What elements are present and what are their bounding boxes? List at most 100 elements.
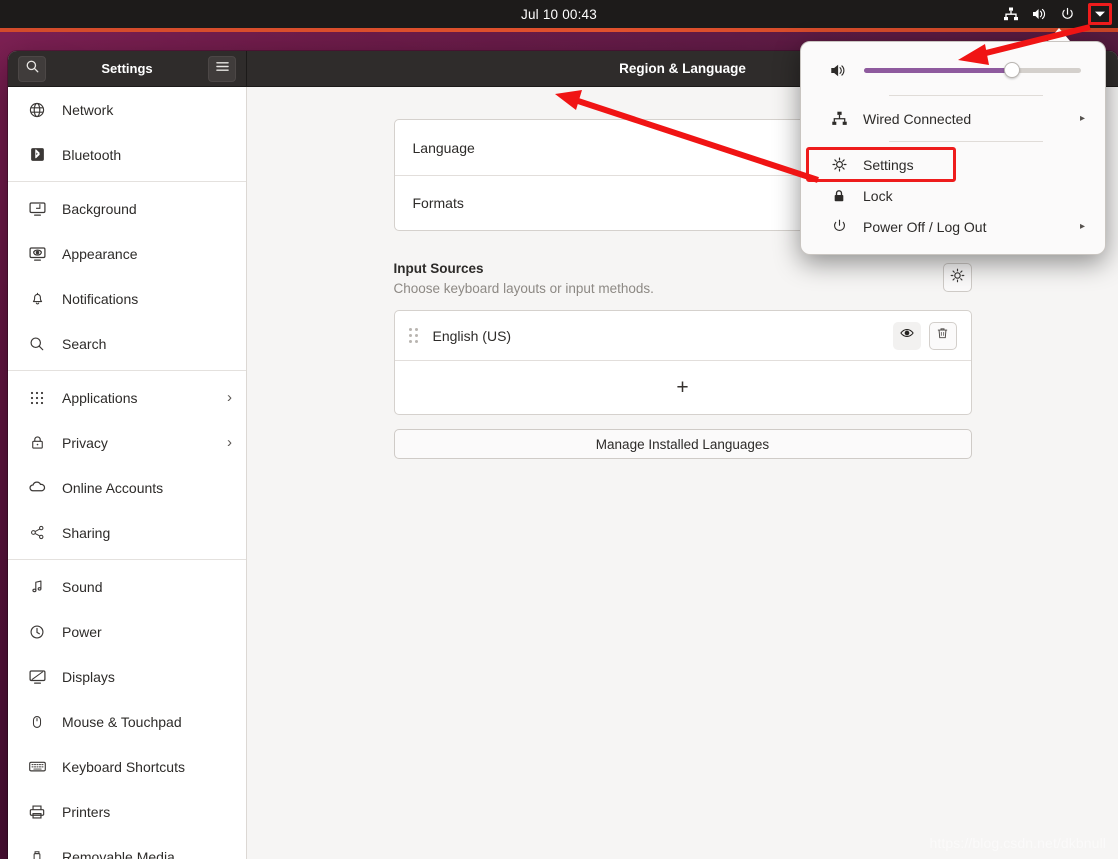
sidebar-item-label: Notifications [62, 290, 139, 307]
sidebar-item-network[interactable]: Network [8, 87, 246, 132]
system-menu: Wired Connected ▸ Settings Lock Power Of… [800, 41, 1106, 255]
sidebar-item-power[interactable]: Power [8, 609, 246, 654]
sidebar-divider [8, 181, 246, 182]
sidebar-item-displays[interactable]: Displays [8, 654, 246, 699]
sidebar-item-label: Appearance [62, 245, 138, 262]
padlock-icon [829, 188, 849, 204]
globe-icon [26, 99, 48, 121]
manage-installed-languages-button[interactable]: Manage Installed Languages [393, 429, 972, 459]
remove-source-button[interactable] [928, 321, 957, 350]
input-source-name: English (US) [432, 327, 512, 344]
sidebar-item-applications[interactable]: Applications › [8, 375, 246, 420]
row-label: Formats [412, 195, 464, 211]
sidebar-item-label: Bluetooth [62, 146, 122, 163]
plus-icon: + [676, 376, 689, 399]
input-sources-text: Input Sources Choose keyboard layouts or… [394, 261, 654, 296]
row-label: Language [412, 139, 475, 156]
hamburger-menu-icon [215, 60, 230, 78]
usb-drive-icon [26, 846, 48, 859]
menu-item-wired-connected[interactable]: Wired Connected ▸ [801, 103, 1105, 134]
section-subtitle: Choose keyboard layouts or input methods… [393, 281, 654, 296]
menu-divider [889, 141, 1043, 142]
monitor-icon [26, 198, 48, 220]
eye-icon [899, 325, 915, 346]
music-note-icon [26, 576, 48, 598]
gnome-top-bar: Jul 10 00:43 [0, 0, 1118, 28]
input-source-options-button[interactable] [942, 263, 972, 292]
sidebar-item-online-accounts[interactable]: Online Accounts [8, 465, 246, 510]
sidebar-item-label: Search [62, 335, 107, 352]
sidebar-item-label: Sound [62, 578, 103, 595]
sidebar-item-label: Background [62, 200, 137, 217]
search-button[interactable] [18, 55, 46, 82]
printer-icon [26, 801, 48, 823]
menu-item-lock[interactable]: Lock [801, 180, 1105, 211]
menu-item-label: Lock [863, 187, 893, 204]
gear-icon [949, 267, 966, 289]
mouse-icon [26, 711, 48, 733]
preview-layout-button[interactable] [892, 321, 921, 350]
cloud-icon [26, 477, 48, 499]
volume-icon [829, 61, 848, 80]
sidebar-title: Settings [101, 61, 153, 76]
sidebar-item-privacy[interactable]: Privacy › [8, 420, 246, 465]
sidebar-item-background[interactable]: Background [8, 186, 246, 231]
chevron-right-icon: › [227, 389, 232, 406]
bluetooth-icon [26, 144, 48, 166]
menu-divider [889, 95, 1043, 96]
sidebar-item-search[interactable]: Search [8, 321, 246, 366]
power-icon[interactable] [1058, 5, 1076, 23]
sidebar-item-bluetooth[interactable]: Bluetooth [8, 132, 246, 177]
sidebar-item-label: Sharing [62, 524, 111, 541]
clock[interactable]: Jul 10 00:43 [0, 7, 1118, 22]
chevron-right-icon: › [227, 434, 232, 451]
headerbar-sidebar-side: Settings [8, 51, 247, 86]
settings-sidebar: Network Bluetooth Background Appearance … [8, 87, 247, 859]
slider-thumb[interactable] [1003, 62, 1020, 78]
volume-slider-row[interactable] [801, 52, 1105, 88]
watermark: https://blog.csdn.net/dkbnull [929, 835, 1106, 851]
sidebar-item-label: Displays [62, 668, 115, 685]
lock-icon [26, 432, 48, 454]
menu-item-label: Settings [863, 156, 914, 173]
search-icon [25, 59, 40, 79]
gear-icon [829, 156, 849, 173]
sidebar-item-label: Keyboard Shortcuts [62, 758, 185, 775]
add-input-source-button[interactable]: + [394, 360, 971, 414]
sidebar-group-2: Background Appearance Notifications Sear… [8, 186, 246, 366]
dropdown-arrow-icon[interactable] [1088, 3, 1112, 25]
network-wired-icon[interactable] [1002, 5, 1020, 23]
grid-icon [26, 387, 48, 409]
sidebar-item-sound[interactable]: Sound [8, 564, 246, 609]
appearance-icon [26, 243, 48, 265]
network-wired-icon [829, 110, 849, 127]
search-icon [26, 333, 48, 355]
system-menu-pointer [1048, 28, 1070, 41]
topbar-status-area[interactable] [1002, 0, 1112, 28]
menu-item-power-off-log-out[interactable]: Power Off / Log Out ▸ [801, 211, 1105, 242]
sidebar-item-printers[interactable]: Printers [8, 789, 246, 834]
volume-slider[interactable] [864, 62, 1081, 78]
share-icon [26, 522, 48, 544]
input-source-row[interactable]: English (US) [395, 311, 971, 360]
sidebar-item-keyboard-shortcuts[interactable]: Keyboard Shortcuts [8, 744, 246, 789]
sidebar-item-removable-media[interactable]: Removable Media [8, 834, 246, 859]
menu-item-settings[interactable]: Settings [801, 149, 1105, 180]
sidebar-group-3: Applications › Privacy › Online Accounts… [8, 375, 246, 555]
window-accent-line [0, 28, 1118, 32]
drag-handle-icon[interactable] [408, 328, 421, 344]
bell-icon [26, 288, 48, 310]
volume-icon[interactable] [1030, 5, 1048, 23]
sidebar-item-label: Privacy [62, 434, 108, 451]
sidebar-item-mouse-touchpad[interactable]: Mouse & Touchpad [8, 699, 246, 744]
main-menu-button[interactable] [208, 55, 236, 82]
sidebar-group-4: Sound Power Displays Mouse & Touchpad Ke… [8, 564, 246, 859]
sidebar-item-label: Applications [62, 389, 138, 406]
sidebar-item-appearance[interactable]: Appearance [8, 231, 246, 276]
sidebar-group-1: Network Bluetooth [8, 87, 246, 177]
input-sources-header: Input Sources Choose keyboard layouts or… [394, 261, 972, 296]
sidebar-item-notifications[interactable]: Notifications [8, 276, 246, 321]
sidebar-item-sharing[interactable]: Sharing [8, 510, 246, 555]
input-sources-list: English (US) + [393, 310, 972, 415]
sidebar-item-label: Mouse & Touchpad [62, 713, 182, 730]
